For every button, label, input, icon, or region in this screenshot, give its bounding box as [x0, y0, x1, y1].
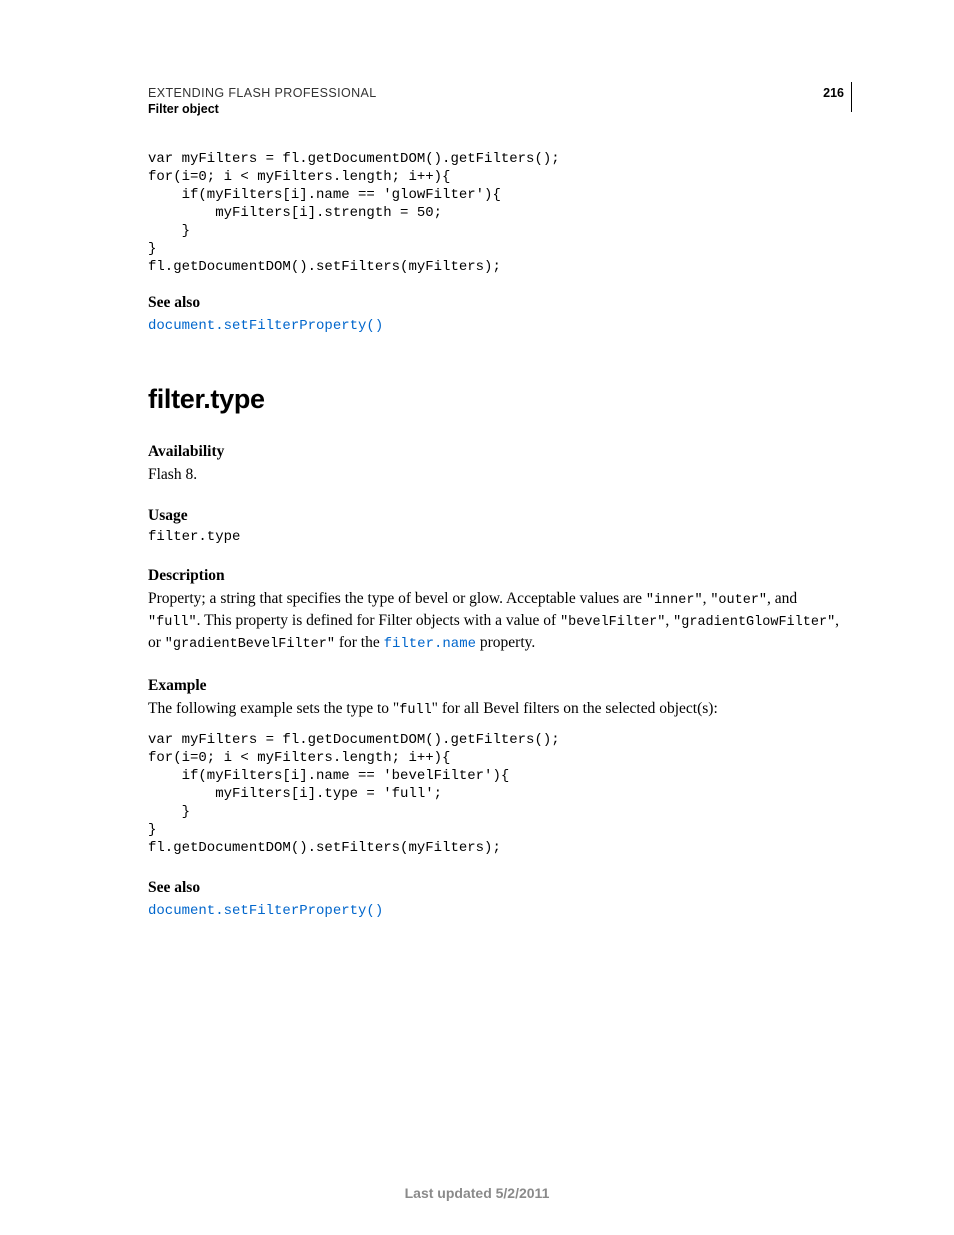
availability-text: Flash 8.	[148, 465, 844, 485]
example-intro-a: The following example sets the type to "	[148, 700, 399, 717]
example-label: Example	[148, 677, 844, 695]
usage-label: Usage	[148, 507, 844, 525]
see-also-block-2: See also document.setFilterProperty()	[148, 879, 844, 919]
availability-block: Availability Flash 8.	[148, 443, 844, 485]
desc-text-h: property.	[476, 634, 535, 651]
see-also-link-setfilterproperty-2[interactable]: document.setFilterProperty()	[148, 903, 383, 919]
example-block: Example The following example sets the t…	[148, 677, 844, 857]
description-block: Description Property; a string that spec…	[148, 567, 844, 655]
desc-text-d: . This property is defined for Filter ob…	[197, 612, 560, 629]
desc-code-inner: "inner"	[646, 593, 703, 608]
header-chapter-title: Filter object	[148, 102, 844, 116]
see-also-link-setfilterproperty[interactable]: document.setFilterProperty()	[148, 318, 383, 334]
desc-text-g: for the	[335, 634, 384, 651]
desc-code-full: "full"	[148, 615, 197, 630]
page-content: var myFilters = fl.getDocumentDOM().getF…	[148, 150, 844, 941]
see-also-block-1: See also document.setFilterProperty()	[148, 294, 844, 334]
usage-code: filter.type	[148, 529, 844, 545]
see-also-label-2: See also	[148, 879, 844, 897]
code-block-strength-example: var myFilters = fl.getDocumentDOM().getF…	[148, 150, 844, 276]
availability-label: Availability	[148, 443, 844, 461]
desc-code-gradientglowfilter: "gradientGlowFilter"	[673, 615, 835, 630]
description-text: Property; a string that specifies the ty…	[148, 589, 844, 655]
desc-link-filter-name[interactable]: filter.name	[384, 636, 476, 652]
header-rule	[851, 82, 852, 112]
desc-code-bevelfilter: "bevelFilter"	[560, 615, 665, 630]
example-intro-b: " for all Bevel filters on the selected …	[432, 700, 718, 717]
page: EXTENDING FLASH PROFESSIONAL Filter obje…	[0, 0, 954, 1235]
desc-code-gradientbevelfilter: "gradientBevelFilter"	[165, 637, 335, 652]
footer-last-updated: Last updated 5/2/2011	[0, 1185, 954, 1201]
desc-text-c: , and	[767, 590, 797, 607]
desc-text-a: Property; a string that specifies the ty…	[148, 590, 646, 607]
section-title-filter-type: filter.type	[148, 384, 844, 415]
code-block-type-example: var myFilters = fl.getDocumentDOM().getF…	[148, 731, 844, 857]
desc-code-outer: "outer"	[710, 593, 767, 608]
header-doc-title: EXTENDING FLASH PROFESSIONAL	[148, 86, 844, 100]
desc-text-e: ,	[665, 612, 673, 629]
page-number: 216	[823, 86, 844, 100]
example-intro: The following example sets the type to "…	[148, 699, 844, 721]
example-intro-code: full	[399, 703, 431, 718]
usage-block: Usage filter.type	[148, 507, 844, 545]
running-header: EXTENDING FLASH PROFESSIONAL Filter obje…	[148, 86, 844, 116]
see-also-label: See also	[148, 294, 844, 312]
description-label: Description	[148, 567, 844, 585]
